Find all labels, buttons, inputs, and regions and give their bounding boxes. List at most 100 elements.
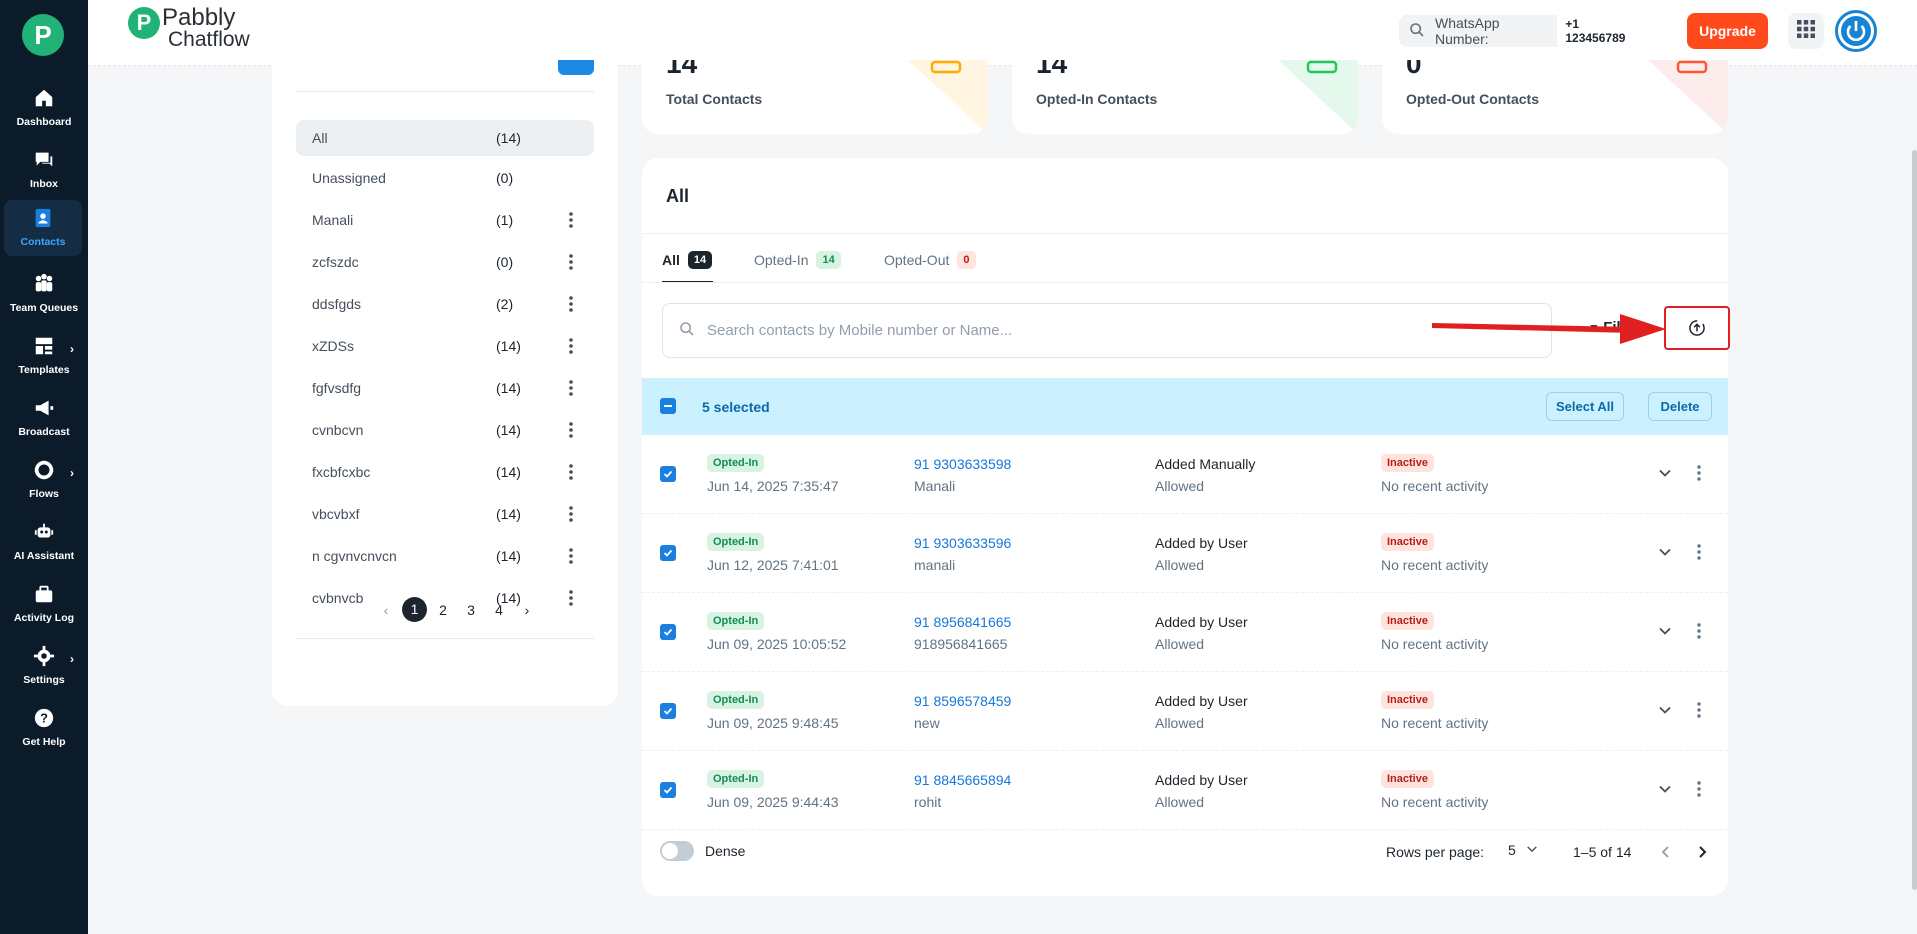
tab-label: All — [662, 252, 680, 268]
sidebar-item-ai-assistant[interactable]: AI Assistant — [0, 514, 88, 570]
app-logo[interactable]: P — [22, 14, 64, 56]
expand-row-icon[interactable] — [1658, 624, 1672, 638]
list-item[interactable]: vbcvbxf (14) — [296, 496, 594, 532]
state-badge: Inactive — [1381, 691, 1434, 709]
contact-phone-link[interactable]: 91 8845665894 — [914, 772, 1011, 788]
row-checkbox[interactable] — [660, 703, 676, 719]
more-options-icon[interactable] — [568, 294, 574, 314]
list-item[interactable]: cvnbcvn (14) — [296, 412, 594, 448]
help-icon: ? — [32, 706, 56, 730]
page-scrollbar[interactable] — [1912, 150, 1917, 890]
more-options-icon[interactable] — [1696, 463, 1702, 483]
tab-count-badge: 14 — [687, 251, 713, 269]
list-item[interactable]: n cgvnvcnvcn (14) — [296, 538, 594, 574]
more-options-icon[interactable] — [568, 504, 574, 524]
table-row[interactable]: Opted-In Jun 14, 2025 7:35:47 91 93036335… — [642, 435, 1728, 514]
contact-permission: Allowed — [1155, 478, 1205, 494]
sidebar-item-flows[interactable]: Flows › — [0, 452, 88, 508]
row-checkbox[interactable] — [660, 545, 676, 561]
list-item[interactable]: xZDSs (14) — [296, 328, 594, 364]
contact-phone-link[interactable]: 91 8596578459 — [914, 693, 1011, 709]
sidebar-item-settings[interactable]: Settings › — [0, 638, 88, 694]
more-options-icon[interactable] — [568, 252, 574, 272]
contact-permission: Allowed — [1155, 557, 1205, 573]
list-item-all[interactable]: All (14) — [296, 120, 594, 156]
expand-row-icon[interactable] — [1658, 782, 1672, 796]
expand-row-icon[interactable] — [1658, 703, 1672, 717]
list-item[interactable]: zcfszdc (0) — [296, 244, 594, 280]
more-options-icon[interactable] — [1696, 621, 1702, 641]
more-options-icon[interactable] — [568, 378, 574, 398]
contact-phone-link[interactable]: 91 8956841665 — [914, 614, 1011, 630]
delete-button[interactable]: Delete — [1648, 392, 1712, 421]
list-item[interactable]: Manali (1) — [296, 202, 594, 238]
sidebar-item-broadcast[interactable]: Broadcast — [0, 390, 88, 446]
next-page-icon[interactable] — [1696, 845, 1708, 859]
sidebar-item-dashboard[interactable]: Dashboard — [0, 80, 88, 136]
contact-phone-link[interactable]: 91 9303633598 — [914, 456, 1011, 472]
status-badge: Opted-In — [707, 533, 765, 551]
user-avatar[interactable] — [1835, 10, 1877, 52]
row-checkbox[interactable] — [660, 466, 676, 482]
dense-toggle[interactable] — [660, 841, 694, 861]
stat-label: Total Contacts — [666, 91, 763, 107]
megaphone-icon — [32, 396, 56, 420]
table-row[interactable]: Opted-In Jun 09, 2025 9:44:43 91 88456658… — [642, 751, 1728, 830]
table-row[interactable]: Opted-In Jun 09, 2025 9:48:45 91 85965784… — [642, 672, 1728, 751]
sidebar-item-activity-log[interactable]: Activity Log — [0, 576, 88, 632]
prev-page-icon[interactable] — [1660, 845, 1672, 859]
row-checkbox[interactable] — [660, 782, 676, 798]
page-button-current[interactable]: 1 — [402, 597, 427, 622]
sidebar-item-contacts[interactable]: Contacts — [4, 200, 82, 256]
table-row[interactable]: Opted-In Jun 12, 2025 7:41:01 91 93036335… — [642, 514, 1728, 593]
contact-source: Added Manually — [1155, 456, 1256, 472]
brand-logo[interactable]: P Pabbly Chatflow — [128, 6, 250, 51]
more-options-icon[interactable] — [568, 210, 574, 230]
more-options-icon[interactable] — [568, 420, 574, 440]
more-options-icon[interactable] — [568, 462, 574, 482]
sidebar-item-team-queues[interactable]: Team Queues — [0, 266, 88, 322]
more-options-icon[interactable] — [1696, 700, 1702, 720]
page-button[interactable]: 3 — [457, 602, 485, 618]
import-contacts-button[interactable] — [1664, 306, 1730, 350]
more-options-icon[interactable] — [1696, 779, 1702, 799]
upgrade-button[interactable]: Upgrade — [1687, 13, 1768, 49]
table-row[interactable]: Opted-In Jun 09, 2025 10:05:52 91 8956841… — [642, 593, 1728, 672]
row-checkbox[interactable] — [660, 624, 676, 640]
rows-per-page-select[interactable]: 5 — [1508, 842, 1538, 858]
more-options-icon[interactable] — [568, 588, 574, 608]
whatsapp-number-selector[interactable]: WhatsApp Number: +1 123456789 — [1399, 12, 1643, 50]
select-all-button[interactable]: Select All — [1546, 392, 1624, 421]
page-button[interactable]: 4 — [485, 602, 513, 618]
list-item[interactable]: fgfvsdfg (14) — [296, 370, 594, 406]
list-count: (14) — [496, 338, 521, 354]
filters-button[interactable]: ▼ Filters — [1588, 319, 1648, 336]
list-item-unassigned[interactable]: Unassigned (0) — [296, 160, 594, 196]
add-list-button[interactable] — [558, 60, 594, 75]
sidebar-item-get-help[interactable]: ? Get Help — [0, 700, 88, 756]
select-all-checkbox[interactable] — [660, 398, 676, 414]
expand-row-icon[interactable] — [1658, 466, 1672, 480]
sidebar-item-templates[interactable]: Templates › — [0, 328, 88, 384]
expand-row-icon[interactable] — [1658, 545, 1672, 559]
more-options-icon[interactable] — [568, 546, 574, 566]
prev-page-icon[interactable]: ‹ — [372, 602, 400, 618]
list-item[interactable]: fxcbfcxbc (14) — [296, 454, 594, 490]
tab-all[interactable]: All 14 — [662, 248, 713, 272]
briefcase-icon — [32, 582, 56, 606]
page-button[interactable]: 2 — [429, 602, 457, 618]
row-date: Jun 09, 2025 10:05:52 — [707, 636, 847, 652]
search-input[interactable]: Search contacts by Mobile number or Name… — [662, 303, 1552, 358]
list-item[interactable]: ddsfgds (2) — [296, 286, 594, 322]
stat-card-opted-out: 0 Opted-Out Contacts — [1382, 60, 1728, 134]
sidebar-item-inbox[interactable]: Inbox — [0, 142, 88, 198]
more-options-icon[interactable] — [568, 336, 574, 356]
list-count: (14) — [496, 506, 521, 522]
tab-opted-in[interactable]: Opted-In 14 — [754, 248, 841, 272]
next-page-icon[interactable]: › — [513, 602, 541, 618]
tab-opted-out[interactable]: Opted-Out 0 — [884, 248, 976, 272]
flows-icon — [32, 458, 56, 482]
more-options-icon[interactable] — [1696, 542, 1702, 562]
contact-phone-link[interactable]: 91 9303633596 — [914, 535, 1011, 551]
apps-grid-button[interactable] — [1788, 13, 1824, 49]
